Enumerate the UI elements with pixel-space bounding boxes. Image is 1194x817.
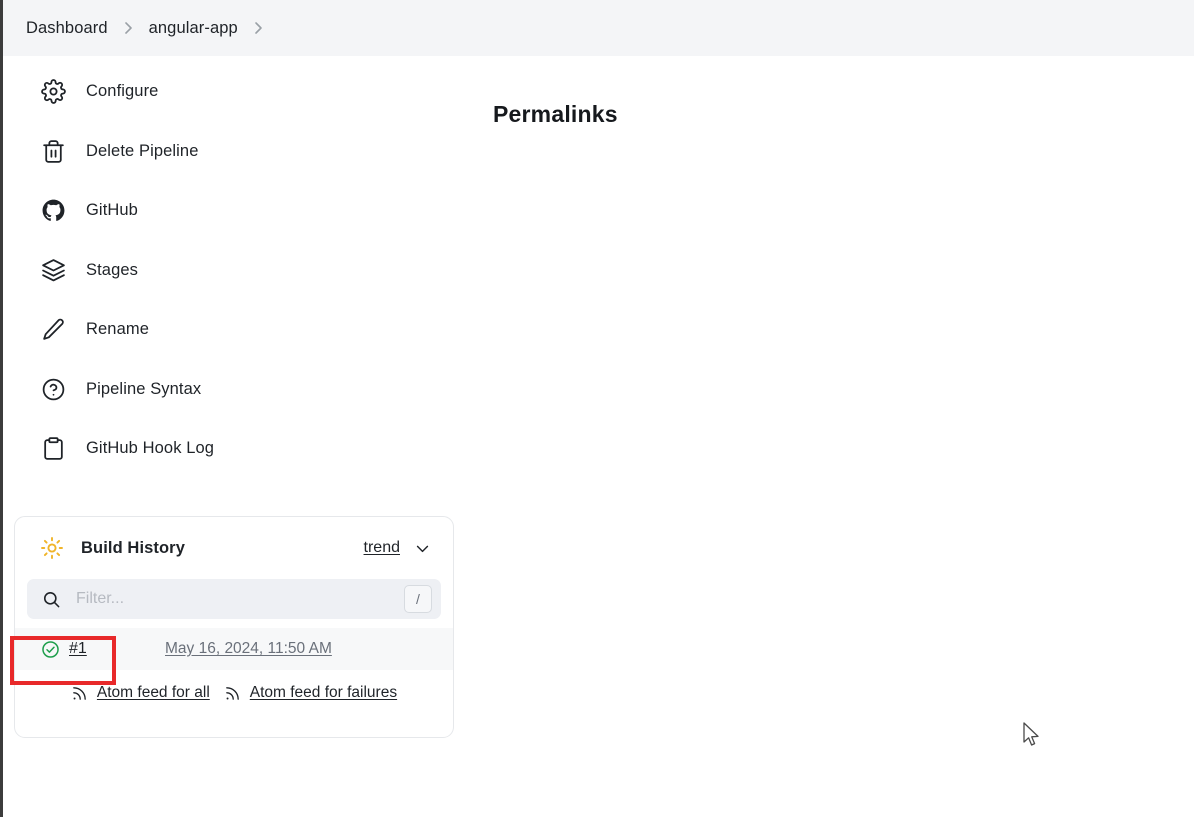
gear-icon (38, 77, 68, 107)
atom-feed-all-link[interactable]: Atom feed for all (71, 684, 210, 702)
sidebar-item-label: Configure (86, 82, 159, 101)
clipboard-icon (38, 434, 68, 464)
chevron-down-icon[interactable] (413, 539, 431, 557)
pencil-icon (38, 315, 68, 345)
filter-shortcut-badge: / (404, 585, 432, 613)
build-filter-input[interactable] (74, 589, 404, 609)
breadcrumb-item-dashboard[interactable]: Dashboard (26, 19, 108, 38)
sidebar: Configure Delete Pipeline GitHub Stages … (0, 62, 470, 479)
rss-icon (71, 684, 89, 702)
breadcrumb-item-angular-app[interactable]: angular-app (149, 19, 238, 38)
page-title: Permalinks (493, 101, 618, 127)
chevron-right-icon (122, 20, 135, 36)
build-history-header: Build History trend (15, 517, 453, 579)
sidebar-item-label: Delete Pipeline (86, 141, 199, 160)
atom-feed-failures-link[interactable]: Atom feed for failures (224, 684, 397, 702)
build-timestamp-link[interactable]: May 16, 2024, 11:50 AM (165, 640, 332, 658)
sidebar-item-github[interactable]: GitHub (0, 181, 470, 241)
layers-icon (38, 255, 68, 285)
sidebar-item-label: GitHub (86, 201, 138, 220)
sidebar-item-label: Pipeline Syntax (86, 379, 202, 398)
sidebar-item-delete-pipeline[interactable]: Delete Pipeline (0, 122, 470, 182)
build-history-panel: Build History trend / #1 (14, 516, 454, 738)
question-circle-icon (38, 374, 68, 404)
sidebar-item-github-hook-log[interactable]: GitHub Hook Log (0, 419, 470, 479)
atom-feeds: Atom feed for all Atom feed for failures (15, 670, 453, 716)
breadcrumb: Dashboard angular-app (3, 0, 1194, 56)
github-icon (38, 196, 68, 226)
window-left-edge (0, 0, 3, 817)
build-trend-link[interactable]: trend (364, 539, 400, 557)
search-icon (41, 589, 61, 609)
build-number-cell[interactable]: #1 (15, 640, 165, 659)
build-number-link[interactable]: #1 (69, 640, 87, 658)
sidebar-item-rename[interactable]: Rename (0, 300, 470, 360)
sidebar-item-pipeline-syntax[interactable]: Pipeline Syntax (0, 360, 470, 420)
mouse-cursor (1023, 722, 1039, 746)
sun-icon (39, 535, 65, 561)
build-history-title: Build History (81, 538, 185, 557)
sidebar-item-label: GitHub Hook Log (86, 439, 215, 458)
build-row[interactable]: #1 May 16, 2024, 11:50 AM (15, 628, 453, 670)
build-trend-control[interactable]: trend (364, 539, 431, 557)
atom-feed-label: Atom feed for failures (249, 684, 398, 701)
sidebar-item-label: Rename (86, 320, 149, 339)
rss-icon (224, 684, 242, 702)
sidebar-item-label: Stages (86, 260, 138, 279)
chevron-right-icon[interactable] (252, 20, 265, 36)
atom-feed-label: Atom feed for all (96, 684, 210, 701)
build-filter-container[interactable]: / (27, 579, 441, 619)
sidebar-item-stages[interactable]: Stages (0, 241, 470, 301)
trash-icon (38, 136, 68, 166)
sidebar-item-configure[interactable]: Configure (0, 62, 470, 122)
check-circle-icon (41, 640, 60, 659)
